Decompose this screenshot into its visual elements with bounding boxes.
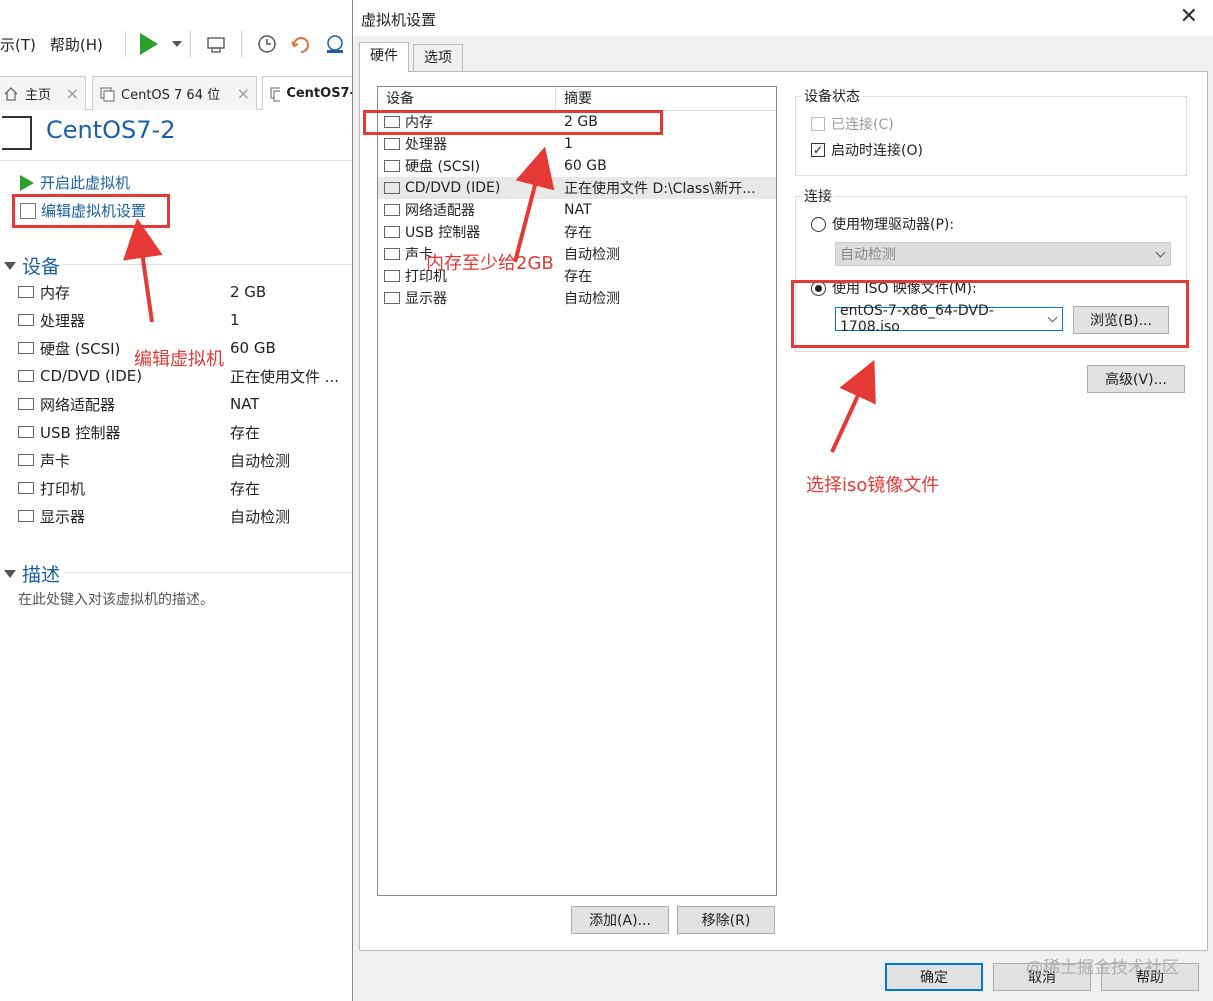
annotation-arrow-iso: [830, 359, 876, 453]
annotation-memory-text: 内存至少给2GB: [426, 253, 554, 274]
annotation-arrows: [123, 146, 876, 453]
tab-hardware-label: 硬件: [370, 48, 398, 64]
annotation-iso-text: 选择iso镜像文件: [806, 475, 940, 496]
watermark: @稀土掘金技术社区: [1026, 958, 1179, 978]
tab-hardware[interactable]: 硬件: [359, 42, 409, 72]
annotation-arrow-edit-vm: [123, 218, 163, 323]
annotation-edit-vm-text: 编辑虚拟机: [134, 349, 224, 370]
annotation-arrow-memory: [513, 146, 555, 263]
